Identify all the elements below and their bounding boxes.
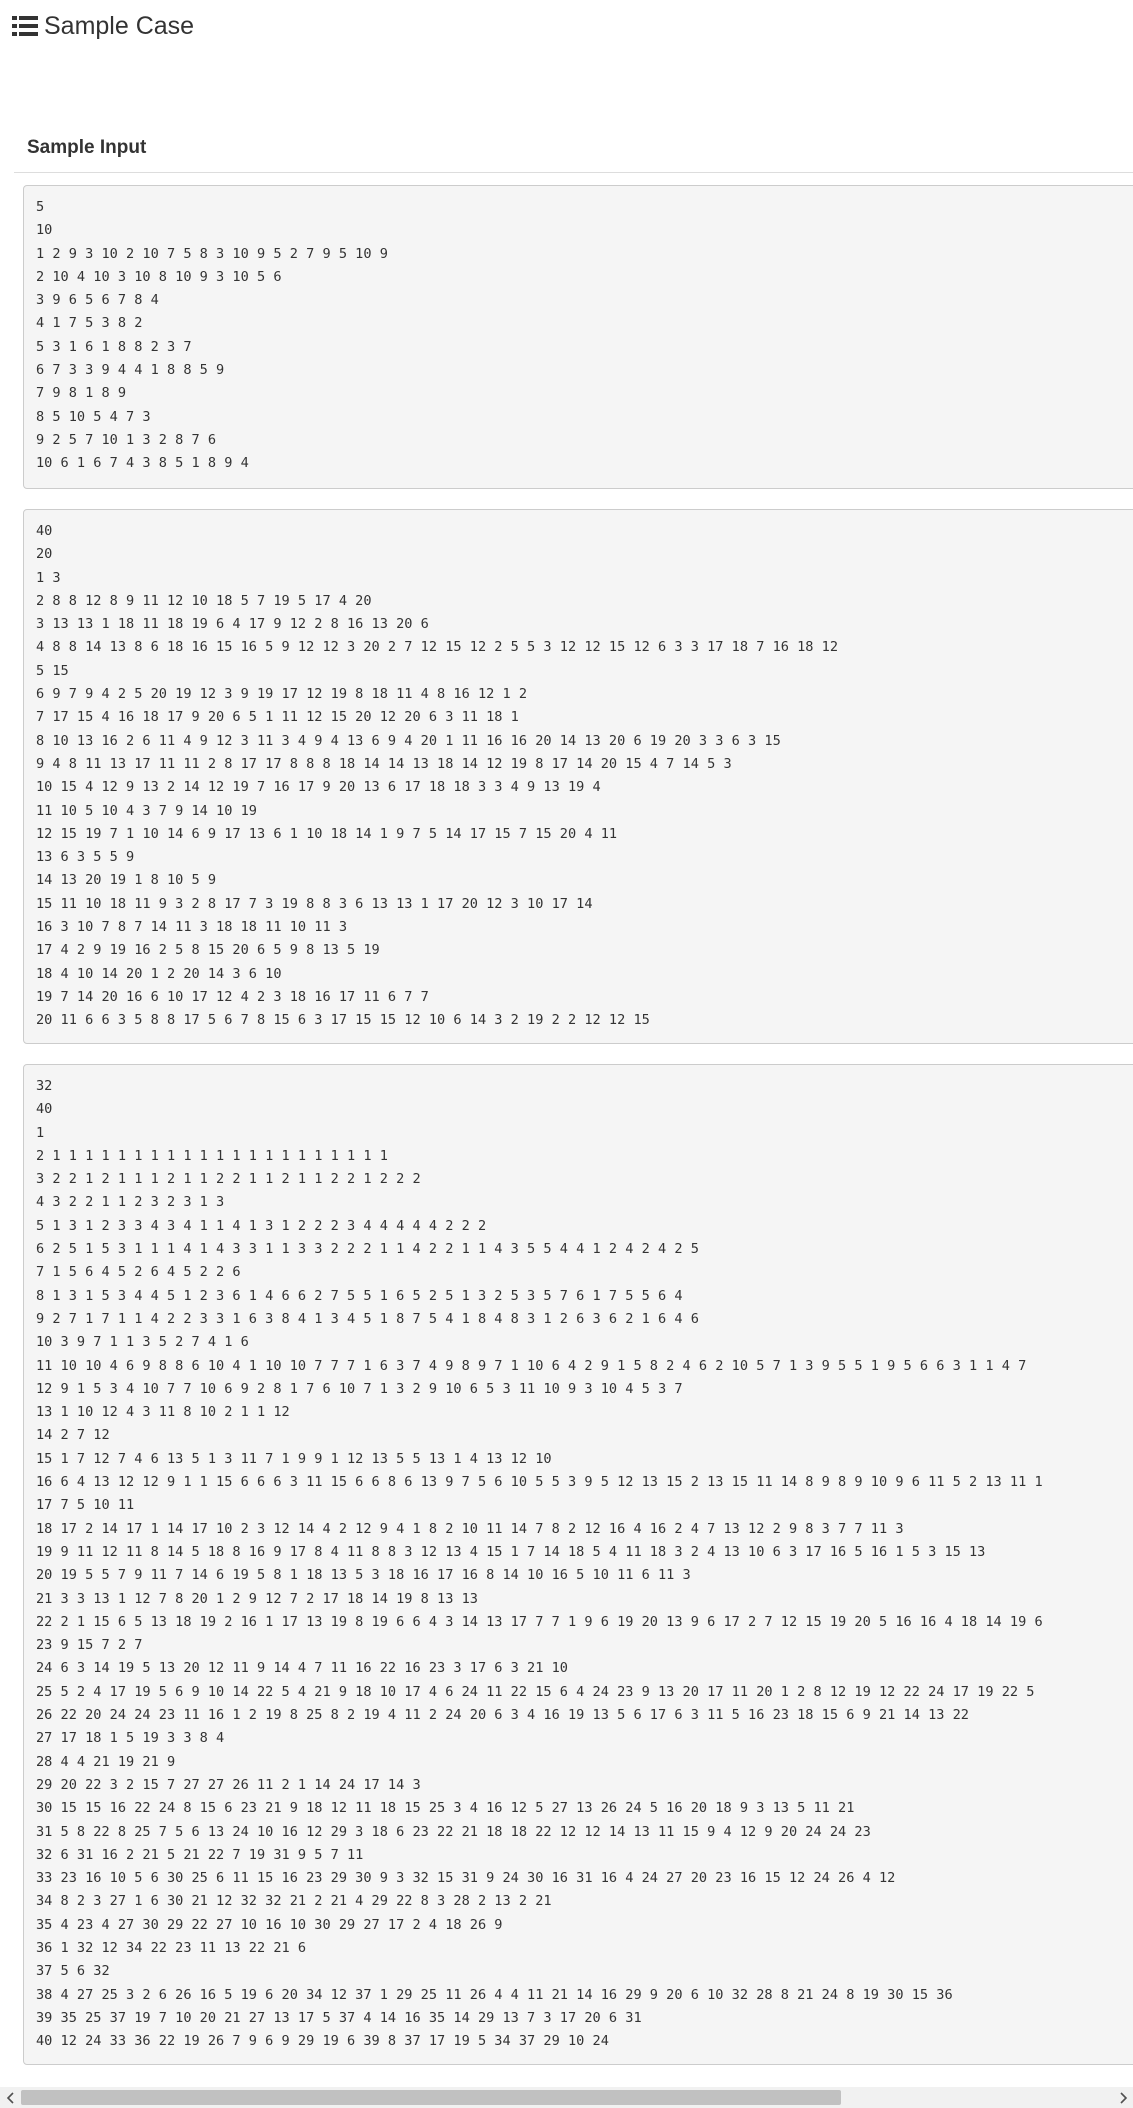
- input-line: 22 2 1 15 6 5 13 18 19 2 16 1 17 13 19 8…: [36, 1613, 1043, 1630]
- input-line: 34 8 2 3 27 1 6 30 21 12 32 32 21 2 21 4…: [36, 1893, 552, 1910]
- chevron-right-icon: [1119, 2091, 1127, 2104]
- input-line: 27 17 18 1 5 19 3 3 8 4: [36, 1730, 225, 1747]
- input-line: 4 3 2 2 1 1 2 3 2 3 1 3: [36, 1194, 225, 1211]
- input-line: 40 12 24 33 36 22 19 26 7 9 6 9 29 19 6 …: [36, 2033, 609, 2050]
- input-line: 8 5 10 5 4 7 3: [36, 408, 151, 425]
- chevron-left-icon: [6, 2091, 14, 2104]
- input-line: 1 2 9 3 10 2 10 7 5 8 3 10 9 5 2 7 9 5 1…: [36, 245, 388, 262]
- horizontal-scrollbar[interactable]: [0, 2087, 1133, 2108]
- input-line: 23 9 15 7 2 7: [36, 1637, 143, 1654]
- page-title: Sample Case: [44, 11, 195, 40]
- input-line: 24 6 3 14 19 5 13 20 12 11 9 14 4 7 11 1…: [36, 1660, 568, 1677]
- input-line: 33 23 16 10 5 6 30 25 6 11 15 16 23 29 3…: [36, 1870, 896, 1887]
- input-line: 10: [36, 222, 53, 239]
- sample-input-block-3[interactable]: 32 40 1 2 1 1 1 1 1 1 1 1 1 1 1 1 1 1 1 1 1…: [23, 1064, 1133, 2065]
- sample-input-block-2[interactable]: 40 20 1 3 2 8 8 12 8 9 11 12 10 18 5 7 19 5…: [23, 509, 1133, 1044]
- input-line: 3 9 6 5 6 7 8 4: [36, 292, 159, 309]
- page-header: Sample Case: [12, 10, 194, 42]
- input-line: 3 13 13 1 18 11 18 19 6 4 17 9 12 2 8 16…: [36, 616, 429, 633]
- input-line: 25 5 2 4 17 19 5 6 9 10 14 22 5 4 21 9 1…: [36, 1683, 1035, 1700]
- scroll-left-button[interactable]: [0, 2087, 21, 2108]
- input-line: 5 1 3 1 2 3 3 4 3 4 1 1 4 1 3 1 2 2 2 3 …: [36, 1217, 487, 1234]
- input-line: 10 15 4 12 9 13 2 14 12 19 7 16 17 9 20 …: [36, 779, 601, 796]
- input-line: 12 9 1 5 3 4 10 7 7 10 6 9 2 8 1 7 6 10 …: [36, 1380, 683, 1397]
- input-line: 21 3 3 13 1 12 7 8 20 1 2 9 12 7 2 17 18…: [36, 1590, 478, 1607]
- input-line: 6 9 7 9 4 2 5 20 19 12 3 9 19 17 12 19 8…: [36, 686, 528, 703]
- input-line: 17 4 2 9 19 16 2 5 8 15 20 6 5 9 8 13 5 …: [36, 942, 380, 959]
- input-line: 29 20 22 3 2 15 7 27 27 26 11 2 1 14 24 …: [36, 1776, 421, 1793]
- input-line: 14 2 7 12: [36, 1427, 110, 1444]
- input-line: 5 15: [36, 662, 69, 679]
- input-line: 17 7 5 10 11: [36, 1497, 135, 1514]
- input-line: 1: [36, 1124, 45, 1141]
- input-line: 37 5 6 32: [36, 1963, 110, 1980]
- input-line: 4 8 8 14 13 8 6 18 16 15 16 5 9 12 12 3 …: [36, 639, 839, 656]
- input-line: 20: [36, 546, 53, 563]
- list-icon: [12, 16, 38, 36]
- input-line: 35 4 23 4 27 30 29 22 27 10 16 10 30 29 …: [36, 1916, 503, 1933]
- input-line: 5: [36, 199, 45, 215]
- input-line: 32: [36, 1078, 53, 1094]
- input-line: 40: [36, 1101, 53, 1118]
- input-line: 6 2 5 1 5 3 1 1 1 4 1 4 3 3 1 1 3 3 2 2 …: [36, 1241, 699, 1258]
- input-line: 7 1 5 6 4 5 2 6 4 5 2 2 6: [36, 1264, 241, 1281]
- input-line: 20 19 5 5 7 9 11 7 14 6 19 5 8 1 18 13 5…: [36, 1567, 691, 1584]
- input-line: 15 1 7 12 7 4 6 13 5 1 3 11 7 1 9 9 1 12…: [36, 1450, 552, 1467]
- input-line: 9 2 5 7 10 1 3 2 8 7 6: [36, 431, 217, 448]
- input-line: 10 6 1 6 7 4 3 8 5 1 8 9 4: [36, 455, 249, 472]
- input-line: 30 15 15 16 22 24 8 15 6 23 21 9 18 12 1…: [36, 1800, 855, 1817]
- input-line: 13 1 10 12 4 3 11 8 10 2 1 1 12: [36, 1404, 290, 1421]
- input-line: 40: [36, 523, 53, 539]
- input-line: 16 6 4 13 12 12 9 1 1 15 6 6 6 3 11 15 6…: [36, 1474, 1043, 1491]
- input-line: 36 1 32 12 34 22 23 11 13 22 21 6: [36, 1939, 307, 1956]
- input-line: 18 17 2 14 17 1 14 17 10 2 3 12 14 4 2 1…: [36, 1520, 904, 1537]
- input-line: 16 3 10 7 8 7 14 11 3 18 18 11 10 11 3: [36, 919, 347, 936]
- input-line: 8 1 3 1 5 3 4 4 5 1 2 3 6 1 4 6 6 2 7 5 …: [36, 1287, 683, 1304]
- input-line: 31 5 8 22 8 25 7 5 6 13 24 10 16 12 29 3…: [36, 1823, 871, 1840]
- input-line: 4 1 7 5 3 8 2: [36, 315, 143, 332]
- input-line: 32 6 31 16 2 21 5 21 22 7 19 31 9 5 7 11: [36, 1846, 364, 1863]
- input-line: 3 2 2 1 2 1 1 1 2 1 1 2 2 1 1 2 1 1 2 2 …: [36, 1171, 421, 1188]
- input-line: 26 22 20 24 24 23 11 16 1 2 19 8 25 8 2 …: [36, 1707, 969, 1724]
- input-line: 13 6 3 5 5 9: [36, 849, 135, 866]
- input-line: 12 15 19 7 1 10 14 6 9 17 13 6 1 10 18 1…: [36, 825, 618, 842]
- section-title: Sample Input: [27, 137, 147, 158]
- input-line: 11 10 5 10 4 3 7 9 14 10 19: [36, 802, 257, 819]
- input-line: 38 4 27 25 3 2 6 26 16 5 19 6 20 34 12 3…: [36, 1986, 953, 2003]
- input-line: 2 10 4 10 3 10 8 10 9 3 10 5 6: [36, 268, 282, 285]
- input-line: 11 10 10 4 6 9 8 8 6 10 4 1 10 10 7 7 7 …: [36, 1357, 1027, 1374]
- scrollbar-thumb[interactable]: [21, 2090, 841, 2105]
- input-line: 19 9 11 12 11 8 14 5 18 8 16 9 17 8 4 11…: [36, 1543, 986, 1560]
- input-line: 28 4 4 21 19 21 9: [36, 1753, 176, 1770]
- section-divider: [14, 172, 1133, 173]
- input-line: 1 3: [36, 569, 61, 586]
- input-line: 14 13 20 19 1 8 10 5 9: [36, 872, 217, 889]
- input-line: 15 11 10 18 11 9 3 2 8 17 7 3 19 8 8 3 6…: [36, 895, 593, 912]
- sample-input-block-1[interactable]: 5 10 1 2 9 3 10 2 10 7 5 8 3 10 9 5 2 7 9 …: [23, 185, 1133, 489]
- input-line: 9 4 8 11 13 17 11 11 2 8 17 17 8 8 8 18 …: [36, 755, 732, 772]
- input-line: 18 4 10 14 20 1 2 20 14 3 6 10: [36, 965, 282, 982]
- scroll-right-button[interactable]: [1112, 2087, 1133, 2108]
- input-line: 39 35 25 37 19 7 10 20 21 27 13 17 5 37 …: [36, 2009, 642, 2026]
- input-line: 2 1 1 1 1 1 1 1 1 1 1 1 1 1 1 1 1 1 1 1 …: [36, 1147, 388, 1164]
- input-line: 7 9 8 1 8 9: [36, 385, 127, 402]
- input-line: 20 11 6 6 3 5 8 8 17 5 6 7 8 15 6 3 17 1…: [36, 1012, 650, 1029]
- input-line: 9 2 7 1 7 1 1 4 2 2 3 3 1 6 3 8 4 1 3 4 …: [36, 1310, 699, 1327]
- input-line: 5 3 1 6 1 8 8 2 3 7: [36, 338, 192, 355]
- input-line: 10 3 9 7 1 1 3 5 2 7 4 1 6: [36, 1334, 249, 1351]
- input-line: 8 10 13 16 2 6 11 4 9 12 3 11 3 4 9 4 13…: [36, 732, 781, 749]
- input-line: 19 7 14 20 16 6 10 17 12 4 2 3 18 16 17 …: [36, 988, 429, 1005]
- input-line: 7 17 15 4 16 18 17 9 20 6 5 1 11 12 15 2…: [36, 709, 519, 726]
- input-line: 2 8 8 12 8 9 11 12 10 18 5 7 19 5 17 4 2…: [36, 592, 372, 609]
- input-line: 6 7 3 3 9 4 4 1 8 8 5 9: [36, 362, 225, 379]
